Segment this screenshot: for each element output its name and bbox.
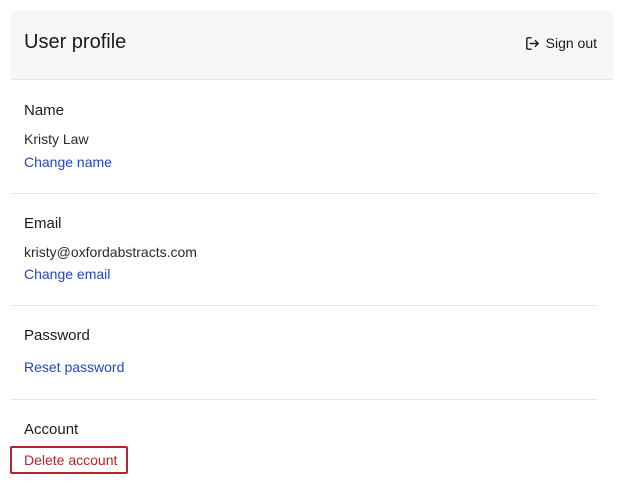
password-section-title: Password — [24, 327, 90, 344]
reset-password-link[interactable]: Reset password — [24, 358, 124, 376]
page-title: User profile — [24, 31, 127, 53]
delete-account-button[interactable]: Delete account — [10, 446, 128, 474]
email-section: Email kristy@oxfordabstracts.com Change … — [24, 214, 597, 294]
name-value: Kristy Law — [24, 131, 89, 147]
name-section-title: Name — [24, 102, 65, 119]
change-name-link[interactable]: Change name — [24, 153, 112, 171]
account-section-title: Account — [24, 421, 79, 438]
sign-out-label: Sign out — [545, 35, 597, 51]
divider — [11, 399, 597, 400]
sign-out-icon — [524, 35, 541, 52]
email-value: kristy@oxfordabstracts.com — [24, 244, 197, 260]
divider — [11, 305, 597, 306]
sign-out-button[interactable]: Sign out — [524, 32, 597, 54]
account-section: Account — [24, 420, 597, 444]
change-email-link[interactable]: Change email — [24, 265, 110, 283]
email-section-title: Email — [24, 215, 62, 232]
password-section: Password Reset password — [24, 326, 597, 386]
name-section: Name Kristy Law Change name — [24, 101, 597, 181]
divider — [11, 193, 597, 194]
page-header: User profile Sign out — [11, 11, 613, 80]
